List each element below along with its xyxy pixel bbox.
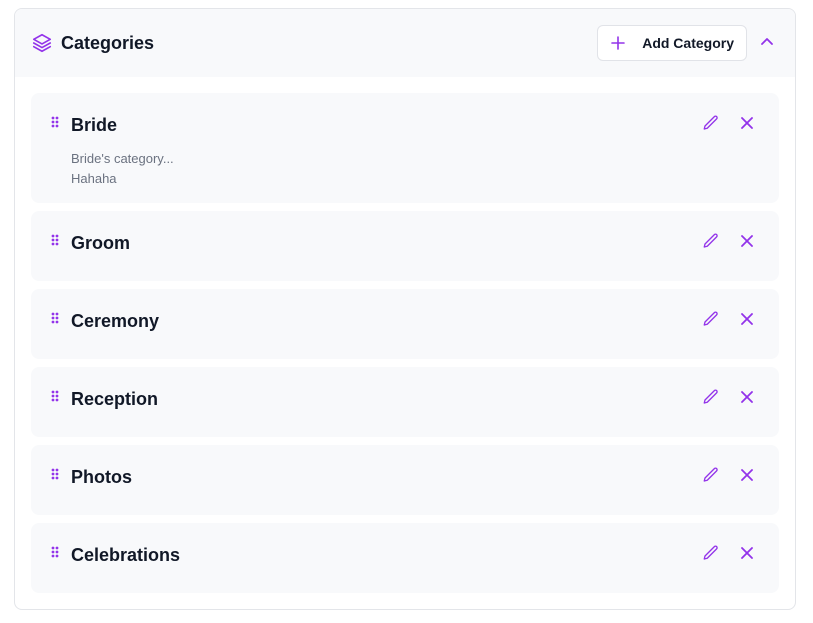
category-item-photos: Photos	[31, 445, 779, 515]
category-item-celebrations: Celebrations	[31, 523, 779, 593]
category-item-ceremony: Ceremony	[31, 289, 779, 359]
drag-handle-icon[interactable]	[51, 233, 59, 246]
drag-handle-icon[interactable]	[51, 389, 59, 402]
close-icon	[741, 468, 753, 486]
add-category-label: Add Category	[642, 35, 734, 51]
pencil-icon	[702, 388, 720, 411]
delete-button[interactable]	[737, 467, 757, 487]
drag-handle-icon[interactable]	[51, 545, 59, 558]
edit-button[interactable]	[701, 311, 721, 331]
close-icon	[741, 390, 753, 408]
pencil-icon	[702, 114, 720, 137]
description-line: Hahaha	[71, 171, 117, 186]
pencil-icon	[702, 232, 720, 255]
delete-button[interactable]	[737, 233, 757, 253]
category-item-groom: Groom	[31, 211, 779, 281]
category-item-reception: Reception	[31, 367, 779, 437]
description-line: Bride's category...	[71, 151, 174, 166]
pencil-icon	[702, 544, 720, 567]
edit-button[interactable]	[701, 233, 721, 253]
plus-icon	[610, 35, 626, 51]
chevron-up-icon	[760, 34, 774, 52]
category-item-bride: Bride Bride's category... Hahaha	[31, 93, 779, 203]
panel-header: Categories Add Category	[15, 9, 795, 77]
collapse-button[interactable]	[755, 31, 779, 55]
pencil-icon	[702, 310, 720, 333]
category-name: Celebrations	[71, 545, 181, 565]
layers-icon	[31, 32, 53, 54]
category-description: Bride's category... Hahaha	[71, 149, 174, 189]
categories-panel: Categories Add Category Bride Bride's ca…	[14, 8, 796, 610]
edit-button[interactable]	[701, 467, 721, 487]
edit-button[interactable]	[701, 545, 721, 565]
category-name: Reception	[71, 389, 159, 409]
panel-title: Categories	[61, 32, 155, 53]
header-actions: Add Category	[597, 25, 779, 61]
delete-button[interactable]	[737, 545, 757, 565]
close-icon	[741, 116, 753, 134]
pencil-icon	[702, 466, 720, 489]
edit-button[interactable]	[701, 115, 721, 135]
drag-handle-icon[interactable]	[51, 311, 59, 324]
drag-handle-icon[interactable]	[51, 467, 59, 480]
drag-handle-icon[interactable]	[51, 115, 59, 128]
edit-button[interactable]	[701, 389, 721, 409]
delete-button[interactable]	[737, 311, 757, 331]
add-category-button[interactable]: Add Category	[597, 25, 747, 61]
category-name: Ceremony	[71, 311, 160, 331]
category-name: Photos	[71, 467, 132, 487]
category-list: Bride Bride's category... Hahaha Groom C…	[31, 93, 779, 601]
delete-button[interactable]	[737, 389, 757, 409]
delete-button[interactable]	[737, 115, 757, 135]
close-icon	[741, 546, 753, 564]
close-icon	[741, 234, 753, 252]
category-name: Groom	[71, 233, 131, 253]
category-name: Bride	[71, 115, 118, 135]
close-icon	[741, 312, 753, 330]
